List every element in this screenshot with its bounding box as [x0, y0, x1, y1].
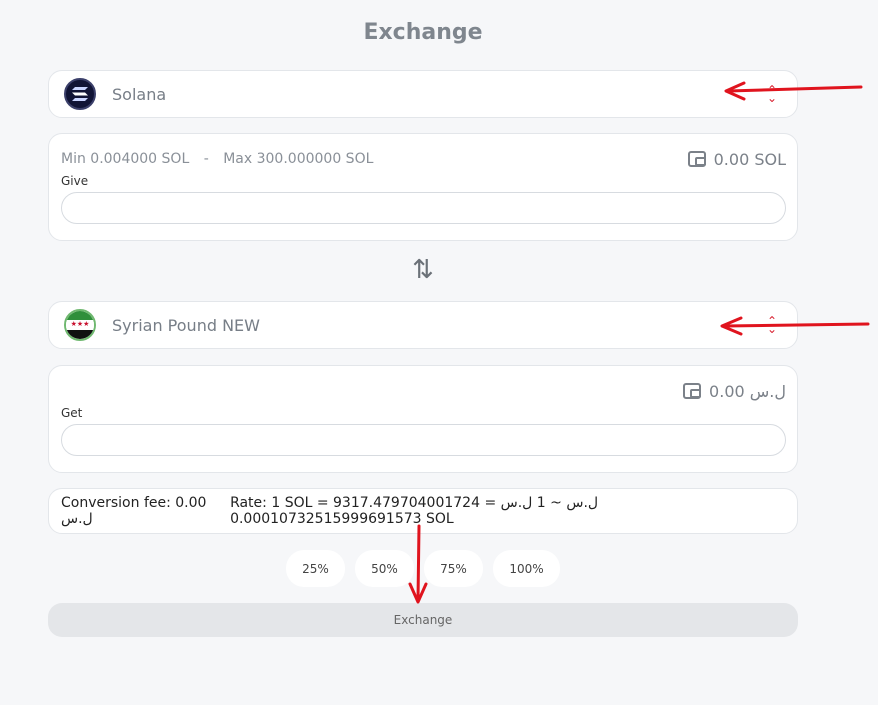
percent-100-button[interactable]: 100% — [493, 550, 560, 587]
exchange-button[interactable]: Exchange — [48, 603, 798, 637]
get-balance-value: ل.س 0.00 — [709, 381, 786, 401]
get-balance: ل.س 0.00 — [683, 382, 786, 401]
percent-75-button[interactable]: 75% — [424, 550, 483, 587]
exchange-rate: Rate: 1 SOL = 9317.479704001724 ل.س ~ 1 … — [230, 495, 599, 527]
wallet-icon — [687, 151, 706, 167]
syria-flag-icon: ★★★ — [64, 309, 96, 341]
to-currency-name: Syrian Pound NEW — [112, 315, 260, 335]
percent-50-button[interactable]: 50% — [355, 550, 414, 587]
get-input[interactable] — [61, 424, 786, 456]
from-currency-name: Solana — [112, 84, 167, 104]
min-limit: Min 0.004000 SOL — [61, 151, 190, 167]
chevron-updown-icon: ⌃ ⌄ — [766, 314, 777, 336]
get-amount-panel: ل.س 0.00 Get — [48, 365, 798, 473]
wallet-icon — [683, 383, 702, 399]
give-amount-panel: Min 0.004000 SOL - Max 300.000000 SOL 0.… — [48, 133, 798, 241]
give-balance-value: 0.00 SOL — [713, 149, 786, 169]
percent-25-button[interactable]: 25% — [286, 550, 345, 587]
page-title: Exchange — [363, 20, 483, 45]
solana-logo — [64, 78, 96, 110]
give-limits: Min 0.004000 SOL - Max 300.000000 SOL — [61, 151, 373, 167]
percent-buttons: 25% 50% 75% 100% — [286, 550, 560, 587]
from-currency-select[interactable]: Solana ⌃ ⌄ — [48, 70, 798, 118]
chevron-updown-icon: ⌃ ⌄ — [766, 83, 777, 105]
give-label: Give — [61, 174, 89, 188]
swap-arrows-icon[interactable]: ⇅ — [410, 256, 436, 284]
to-currency-select[interactable]: ★★★ Syrian Pound NEW ⌃ ⌄ — [48, 301, 798, 349]
limit-separator: - — [203, 151, 209, 167]
rate-info-panel: Conversion fee: 0.00 ل.س Rate: 1 SOL = 9… — [48, 488, 798, 534]
conversion-fee: Conversion fee: 0.00 ل.س — [61, 495, 207, 527]
give-balance: 0.00 SOL — [687, 149, 786, 169]
get-label: Get — [61, 406, 83, 420]
max-limit: Max 300.000000 SOL — [223, 151, 374, 167]
give-input[interactable] — [61, 192, 786, 224]
